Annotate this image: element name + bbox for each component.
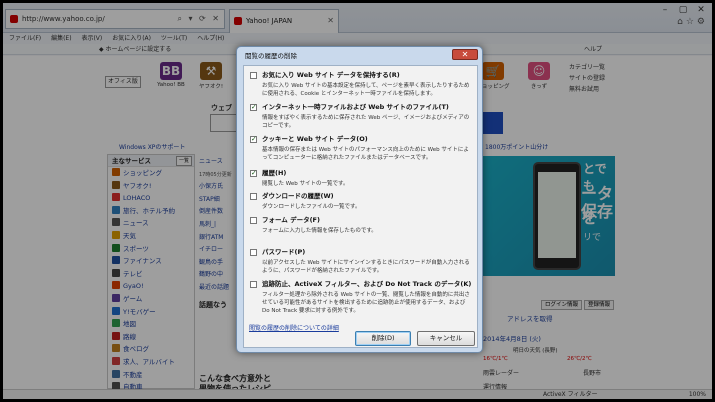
option-title: フォーム データ(F): [262, 216, 320, 224]
option-title: 履歴(H): [262, 169, 287, 177]
dialog-close-icon[interactable]: ✕: [452, 49, 478, 60]
delete-history-dialog: 閲覧の履歴の削除 ✕ お気に入り Web サイト データを保持する(R) お気に…: [236, 46, 483, 353]
option-desc: 以前アクセスした Web サイトにサインインするときにパスワードが自動入力される…: [262, 260, 470, 274]
checkbox[interactable]: ✓: [250, 136, 257, 143]
option-download-history[interactable]: ダウンロードの履歴(W) ダウンロードしたファイルの一覧です。: [250, 192, 474, 211]
option-title: ダウンロードの履歴(W): [262, 192, 334, 200]
option-desc: 閲覧した Web サイトの一覧です。: [262, 181, 349, 187]
dialog-title: 閲覧の履歴の削除: [245, 52, 297, 60]
option-title: お気に入り Web サイト データを保持する(R): [262, 71, 400, 79]
option-desc: お気に入り Web サイトの基本設定を保持して、ページを素早く表示したりするため…: [262, 83, 470, 97]
option-desc: 情報をすばやく表示するために保存された Web ページ、イメージおよびメディアの…: [262, 115, 470, 129]
option-tracking-protection[interactable]: 追跡防止、ActiveX フィルター、および Do Not Track のデータ…: [250, 280, 474, 315]
option-form-data[interactable]: フォーム データ(F) フォームに入力した情報を保存したものです。: [250, 216, 474, 235]
option-cookies[interactable]: ✓ クッキーと Web サイト データ(O) 基本情報の保存または Web サイ…: [250, 135, 474, 162]
option-title: 追跡防止、ActiveX フィルター、および Do Not Track のデータ…: [262, 280, 472, 288]
option-title: インターネット一時ファイルおよび Web サイトのファイル(T): [262, 103, 449, 111]
checkbox[interactable]: [250, 249, 257, 256]
dialog-body: お気に入り Web サイト データを保持する(R) お気に入り Web サイトの…: [243, 65, 478, 348]
checkbox[interactable]: [250, 193, 257, 200]
option-passwords[interactable]: パスワード(P) 以前アクセスした Web サイトにサインインするときにパスワー…: [250, 248, 474, 275]
cancel-button[interactable]: キャンセル: [417, 331, 475, 346]
browser-window: http://www.yahoo.co.jp/ ⌕ ▾ ⟳ ✕ Yahoo! J…: [3, 3, 712, 399]
checkbox[interactable]: [250, 72, 257, 79]
option-desc: ダウンロードしたファイルの一覧です。: [262, 204, 361, 210]
checkbox[interactable]: [250, 217, 257, 224]
option-keep-favorites[interactable]: お気に入り Web サイト データを保持する(R) お気に入り Web サイトの…: [250, 71, 474, 98]
option-title: クッキーと Web サイト データ(O): [262, 135, 368, 143]
option-desc: 基本情報の保存または Web サイトのパフォーマンス向上のために Web サイト…: [262, 147, 469, 161]
option-title: パスワード(P): [262, 248, 306, 256]
option-history[interactable]: ✓ 履歴(H) 閲覧した Web サイトの一覧です。: [250, 169, 474, 188]
delete-button[interactable]: 削除(D): [355, 331, 411, 346]
option-temp-files[interactable]: ✓ インターネット一時ファイルおよび Web サイトのファイル(T) 情報をすば…: [250, 103, 474, 130]
checkbox[interactable]: ✓: [250, 104, 257, 111]
delete-history-help-link[interactable]: 閲覧の履歴の削除についての詳細: [249, 323, 339, 332]
checkbox[interactable]: [250, 281, 257, 288]
option-desc: フォームに入力した情報を保存したものです。: [262, 228, 377, 234]
checkbox[interactable]: ✓: [250, 170, 257, 177]
option-desc: フィルター処理から除外される Web サイトの一覧、閲覧した情報を自動的に共出さ…: [262, 292, 470, 314]
